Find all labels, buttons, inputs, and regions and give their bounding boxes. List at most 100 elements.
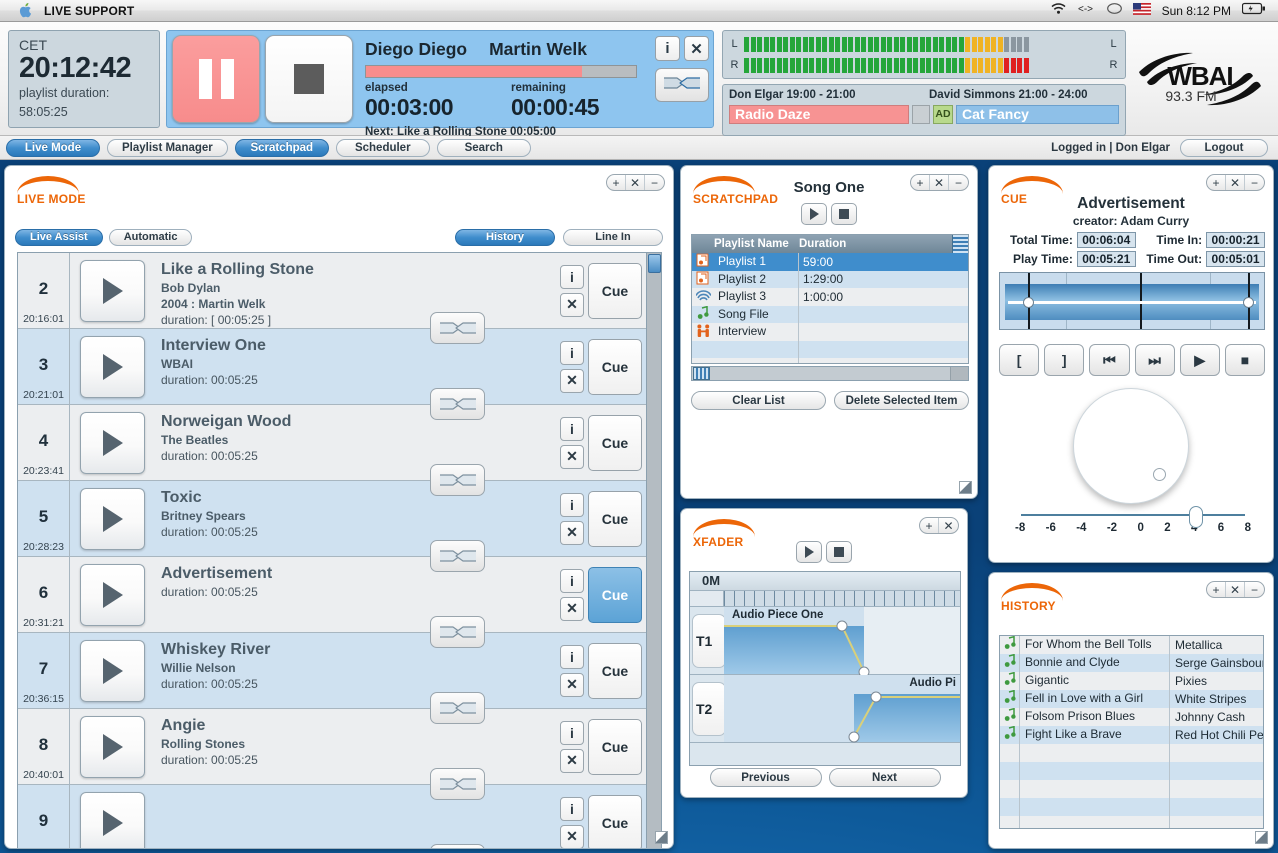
menubar-clock[interactable]: Sun 8:12 PM <box>1162 4 1231 18</box>
row-info-button[interactable]: i <box>560 796 584 821</box>
row-info-button[interactable]: i <box>560 644 584 669</box>
row-play-cell[interactable] <box>70 557 155 632</box>
row-play-button[interactable] <box>80 715 145 778</box>
xfader-previous-button[interactable]: Previous <box>709 768 822 787</box>
row-remove-button[interactable]: ✕ <box>560 672 584 697</box>
cue-minimize-button[interactable]: − <box>1245 175 1264 190</box>
row-remove-button[interactable]: ✕ <box>560 292 584 317</box>
row-play-cell[interactable] <box>70 329 155 404</box>
row-remove-button[interactable]: ✕ <box>560 520 584 545</box>
row-cue-button[interactable]: Cue <box>588 718 642 775</box>
column-resize-grip[interactable] <box>952 235 968 253</box>
table-row-empty[interactable] <box>1000 762 1263 780</box>
scratchpad-resize-grip[interactable] <box>959 481 972 494</box>
track-2-fade-envelope[interactable] <box>724 675 961 743</box>
table-row[interactable]: 4 20:23:41 Norweigan Wood The Beatles durati… <box>18 405 648 496</box>
table-row[interactable]: 6 20:31:21 Advertisement duration: 00:05:25… <box>18 557 648 648</box>
now-playing-close-button[interactable]: ✕ <box>684 36 709 61</box>
skip-forward-button[interactable]: ⏭ <box>1134 344 1175 376</box>
table-row[interactable]: 7 20:36:15 Whiskey River Willie Nelson durat… <box>18 633 648 724</box>
table-row-empty[interactable] <box>1000 816 1263 828</box>
pause-button[interactable] <box>172 35 260 123</box>
play-time-value[interactable]: 00:05:21 <box>1076 251 1136 267</box>
battery-icon[interactable] <box>1241 2 1266 20</box>
history-add-button[interactable]: + <box>1207 582 1226 597</box>
row-cue-button[interactable]: Cue <box>588 262 642 319</box>
tab-live-mode[interactable]: Live Mode <box>6 138 100 157</box>
cue-close-button[interactable]: ✕ <box>1226 175 1245 190</box>
row-crossfade-button[interactable] <box>430 692 485 724</box>
row-play-cell[interactable] <box>70 709 155 784</box>
row-crossfade-button[interactable] <box>430 616 485 648</box>
table-row[interactable]: Fell in Love with a Girl White Stripes <box>1000 689 1263 708</box>
xfader-close-button[interactable]: ✕ <box>939 518 958 533</box>
row-cue-button[interactable]: Cue <box>588 490 642 547</box>
mark-out-button[interactable]: ] <box>1044 344 1085 376</box>
xfader-add-button[interactable]: + <box>920 518 939 533</box>
track-1-body[interactable]: Audio Piece One <box>724 607 960 675</box>
table-row-empty[interactable] <box>1000 798 1263 816</box>
total-time-value[interactable]: 00:06:04 <box>1076 232 1136 248</box>
live-mode-close-button[interactable]: ✕ <box>626 175 645 190</box>
view-line-in[interactable]: Line In <box>563 228 663 246</box>
pitch-slider[interactable]: -8 -6 -4 -2 0 2 4 6 8 <box>1013 506 1253 534</box>
row-play-cell[interactable] <box>70 405 155 480</box>
row-cue-button[interactable]: Cue <box>588 642 642 699</box>
row-play-button[interactable] <box>80 335 145 398</box>
time-in-value[interactable]: 00:00:21 <box>1206 232 1265 248</box>
live-mode-playlist[interactable]: 2 20:16:01 Like a Rolling Stone Bob Dylan 20… <box>17 252 662 848</box>
table-row[interactable]: 3 20:21:01 Interview One WBAI duration: 00:0… <box>18 329 648 420</box>
row-info-button[interactable]: i <box>560 264 584 289</box>
table-row[interactable]: 8 20:40:01 Angie Rolling Stones duration: 00… <box>18 709 648 800</box>
stop-button[interactable] <box>265 35 353 123</box>
row-remove-button[interactable]: ✕ <box>560 444 584 469</box>
row-info-button[interactable]: i <box>560 492 584 517</box>
row-play-button[interactable] <box>80 411 145 474</box>
display-link-icon[interactable]: <-> <box>1078 2 1096 20</box>
row-cue-button[interactable]: Cue <box>588 566 642 623</box>
jog-wheel[interactable] <box>1073 388 1189 504</box>
scratchpad-hscrollbar[interactable] <box>691 366 969 381</box>
scratchpad-table[interactable]: Playlist Name Duration Playlist 1 59:00 Pl… <box>691 234 969 364</box>
live-mode-resize-grip[interactable] <box>655 831 668 844</box>
apple-icon[interactable] <box>18 2 32 19</box>
hscrollbar-thumb[interactable] <box>693 367 710 380</box>
xfader-next-button[interactable]: Next <box>828 768 941 787</box>
xfader-stop-button[interactable] <box>826 541 852 563</box>
table-row[interactable]: 2 20:16:01 Like a Rolling Stone Bob Dylan 20… <box>18 253 648 344</box>
delete-selected-item-button[interactable]: Delete Selected Item <box>834 391 969 410</box>
mode-live-assist[interactable]: Live Assist <box>15 228 103 246</box>
row-crossfade-button[interactable] <box>430 844 485 848</box>
row-crossfade-button[interactable] <box>430 312 485 344</box>
tab-scheduler[interactable]: Scheduler <box>335 138 430 157</box>
list-item[interactable]: Playlist 3 1:00:00 <box>692 288 968 306</box>
logout-button[interactable]: Logout <box>1180 138 1268 157</box>
xfader-play-button[interactable] <box>796 541 822 563</box>
us-flag-icon[interactable] <box>1132 2 1151 20</box>
history-resize-grip[interactable] <box>1255 831 1268 844</box>
row-play-cell[interactable] <box>70 633 155 708</box>
row-info-button[interactable]: i <box>560 720 584 745</box>
row-crossfade-button[interactable] <box>430 540 485 572</box>
skip-back-button[interactable]: ⏮ <box>1089 344 1130 376</box>
chat-bubble-icon[interactable] <box>1106 2 1122 20</box>
table-row[interactable]: For Whom the Bell Tolls Metallica <box>1000 636 1263 654</box>
wifi-icon[interactable] <box>1050 2 1067 20</box>
time-out-value[interactable]: 00:05:01 <box>1206 251 1265 267</box>
live-mode-minimize-button[interactable]: − <box>645 175 664 190</box>
row-play-button[interactable] <box>80 487 145 550</box>
row-remove-button[interactable]: ✕ <box>560 748 584 773</box>
history-close-button[interactable]: ✕ <box>1226 582 1245 597</box>
clear-list-button[interactable]: Clear List <box>691 391 826 410</box>
mark-in-button[interactable]: [ <box>999 344 1040 376</box>
history-minimize-button[interactable]: − <box>1245 582 1264 597</box>
playlist-scrollbar[interactable] <box>646 253 661 848</box>
now-playing-progress[interactable] <box>365 65 637 78</box>
mode-automatic[interactable]: Automatic <box>108 228 193 246</box>
row-play-button[interactable] <box>80 639 145 702</box>
tab-search[interactable]: Search <box>436 138 531 157</box>
list-item-empty[interactable] <box>692 340 968 358</box>
cue-out-handle[interactable] <box>1243 297 1254 308</box>
next-show-bar[interactable]: Cat Fancy <box>956 105 1119 124</box>
list-item[interactable]: Interview <box>692 323 968 341</box>
